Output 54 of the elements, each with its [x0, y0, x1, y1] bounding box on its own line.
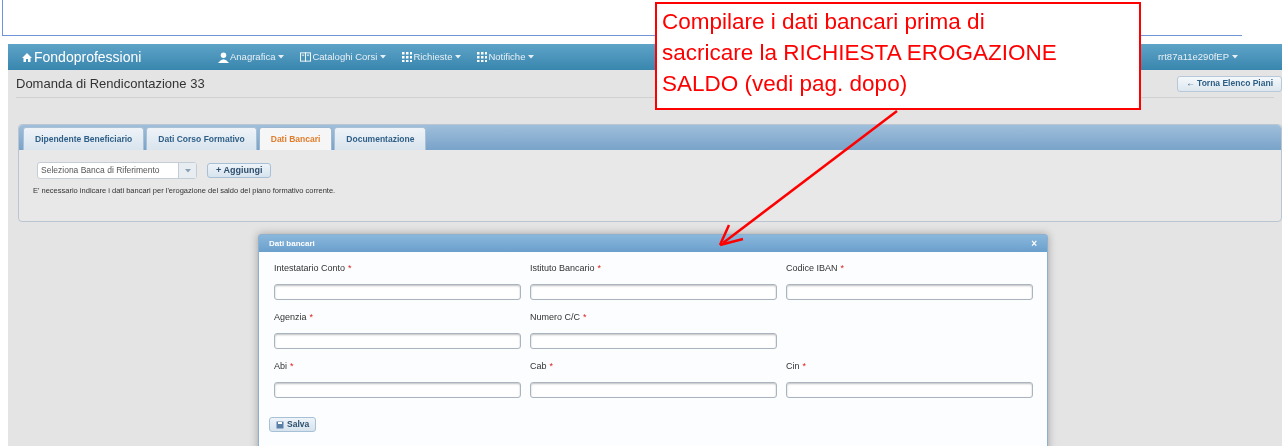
nav-menu[interactable]: Notifiche — [477, 49, 535, 65]
caret-icon — [380, 55, 387, 59]
nav-menu[interactable]: Richieste — [402, 49, 462, 65]
input-field[interactable] — [274, 333, 521, 349]
home-icon — [22, 52, 32, 62]
caret-icon — [455, 55, 462, 59]
required-mark: * — [840, 262, 845, 275]
required-mark: * — [583, 311, 587, 324]
input-field[interactable] — [530, 333, 777, 349]
caret-icon — [278, 55, 285, 59]
user-menu[interactable]: rrt87a11e290fEP — [1157, 49, 1238, 65]
field-label: Numero C/C — [530, 311, 580, 324]
required-mark: * — [348, 262, 352, 275]
back-button[interactable]: ← Torna Elenco Piani — [1177, 75, 1282, 92]
input-field[interactable] — [786, 382, 1033, 398]
field-label: Agenzia — [274, 311, 307, 324]
field-label: Istituto Bancario — [530, 262, 595, 275]
caret-icon — [528, 55, 535, 59]
grid-icon — [402, 52, 413, 62]
user-icon — [218, 51, 229, 63]
tab[interactable]: Documentazione — [334, 127, 427, 150]
field-label: Cin — [786, 360, 800, 373]
save-icon — [276, 420, 284, 429]
close-button[interactable]: × — [1031, 238, 1037, 249]
nav-menu[interactable]: Anagrafica — [218, 49, 285, 65]
required-mark: * — [309, 311, 314, 324]
grid-icon — [477, 52, 488, 62]
add-button[interactable]: + Aggiungi — [207, 163, 272, 178]
book-icon — [300, 52, 312, 62]
tab[interactable]: Dati Corso Formativo — [146, 127, 257, 150]
caret-icon — [1232, 55, 1238, 59]
field-label: Cab — [530, 360, 547, 373]
nav-menu[interactable]: Cataloghi Corsi — [300, 49, 387, 65]
page-title: Domanda di Rendicontazione 33 — [16, 74, 205, 93]
callout-text: Compilare i dati bancari prima di sacricare la RICHIESTA EROGAZIONE SALDO (vedi pag. dopo) — [662, 8, 1058, 98]
caret-icon — [184, 168, 191, 173]
field-label: Abi — [274, 360, 287, 373]
input-field[interactable] — [786, 284, 1033, 300]
required-mark: * — [597, 262, 602, 275]
dialog-title: Dati bancari — [269, 237, 315, 250]
input-field[interactable] — [274, 382, 521, 398]
field-label: Intestatario Conto — [274, 262, 346, 275]
input-field[interactable] — [530, 382, 777, 398]
field-label: Codice IBAN — [786, 262, 838, 275]
required-mark: * — [802, 360, 807, 373]
input-field[interactable] — [274, 284, 521, 300]
input-field[interactable] — [530, 284, 777, 300]
brand-link[interactable]: Fondoprofessioni — [22, 46, 218, 68]
bank-select[interactable]: Seleziona Banca di Riferimento — [37, 162, 197, 179]
tab[interactable]: Dipendente Beneficiario — [23, 127, 145, 150]
save-button[interactable]: Salva — [269, 417, 317, 432]
required-mark: * — [290, 360, 294, 373]
tab[interactable]: Dati Bancari — [258, 127, 333, 150]
required-mark: * — [549, 360, 554, 373]
